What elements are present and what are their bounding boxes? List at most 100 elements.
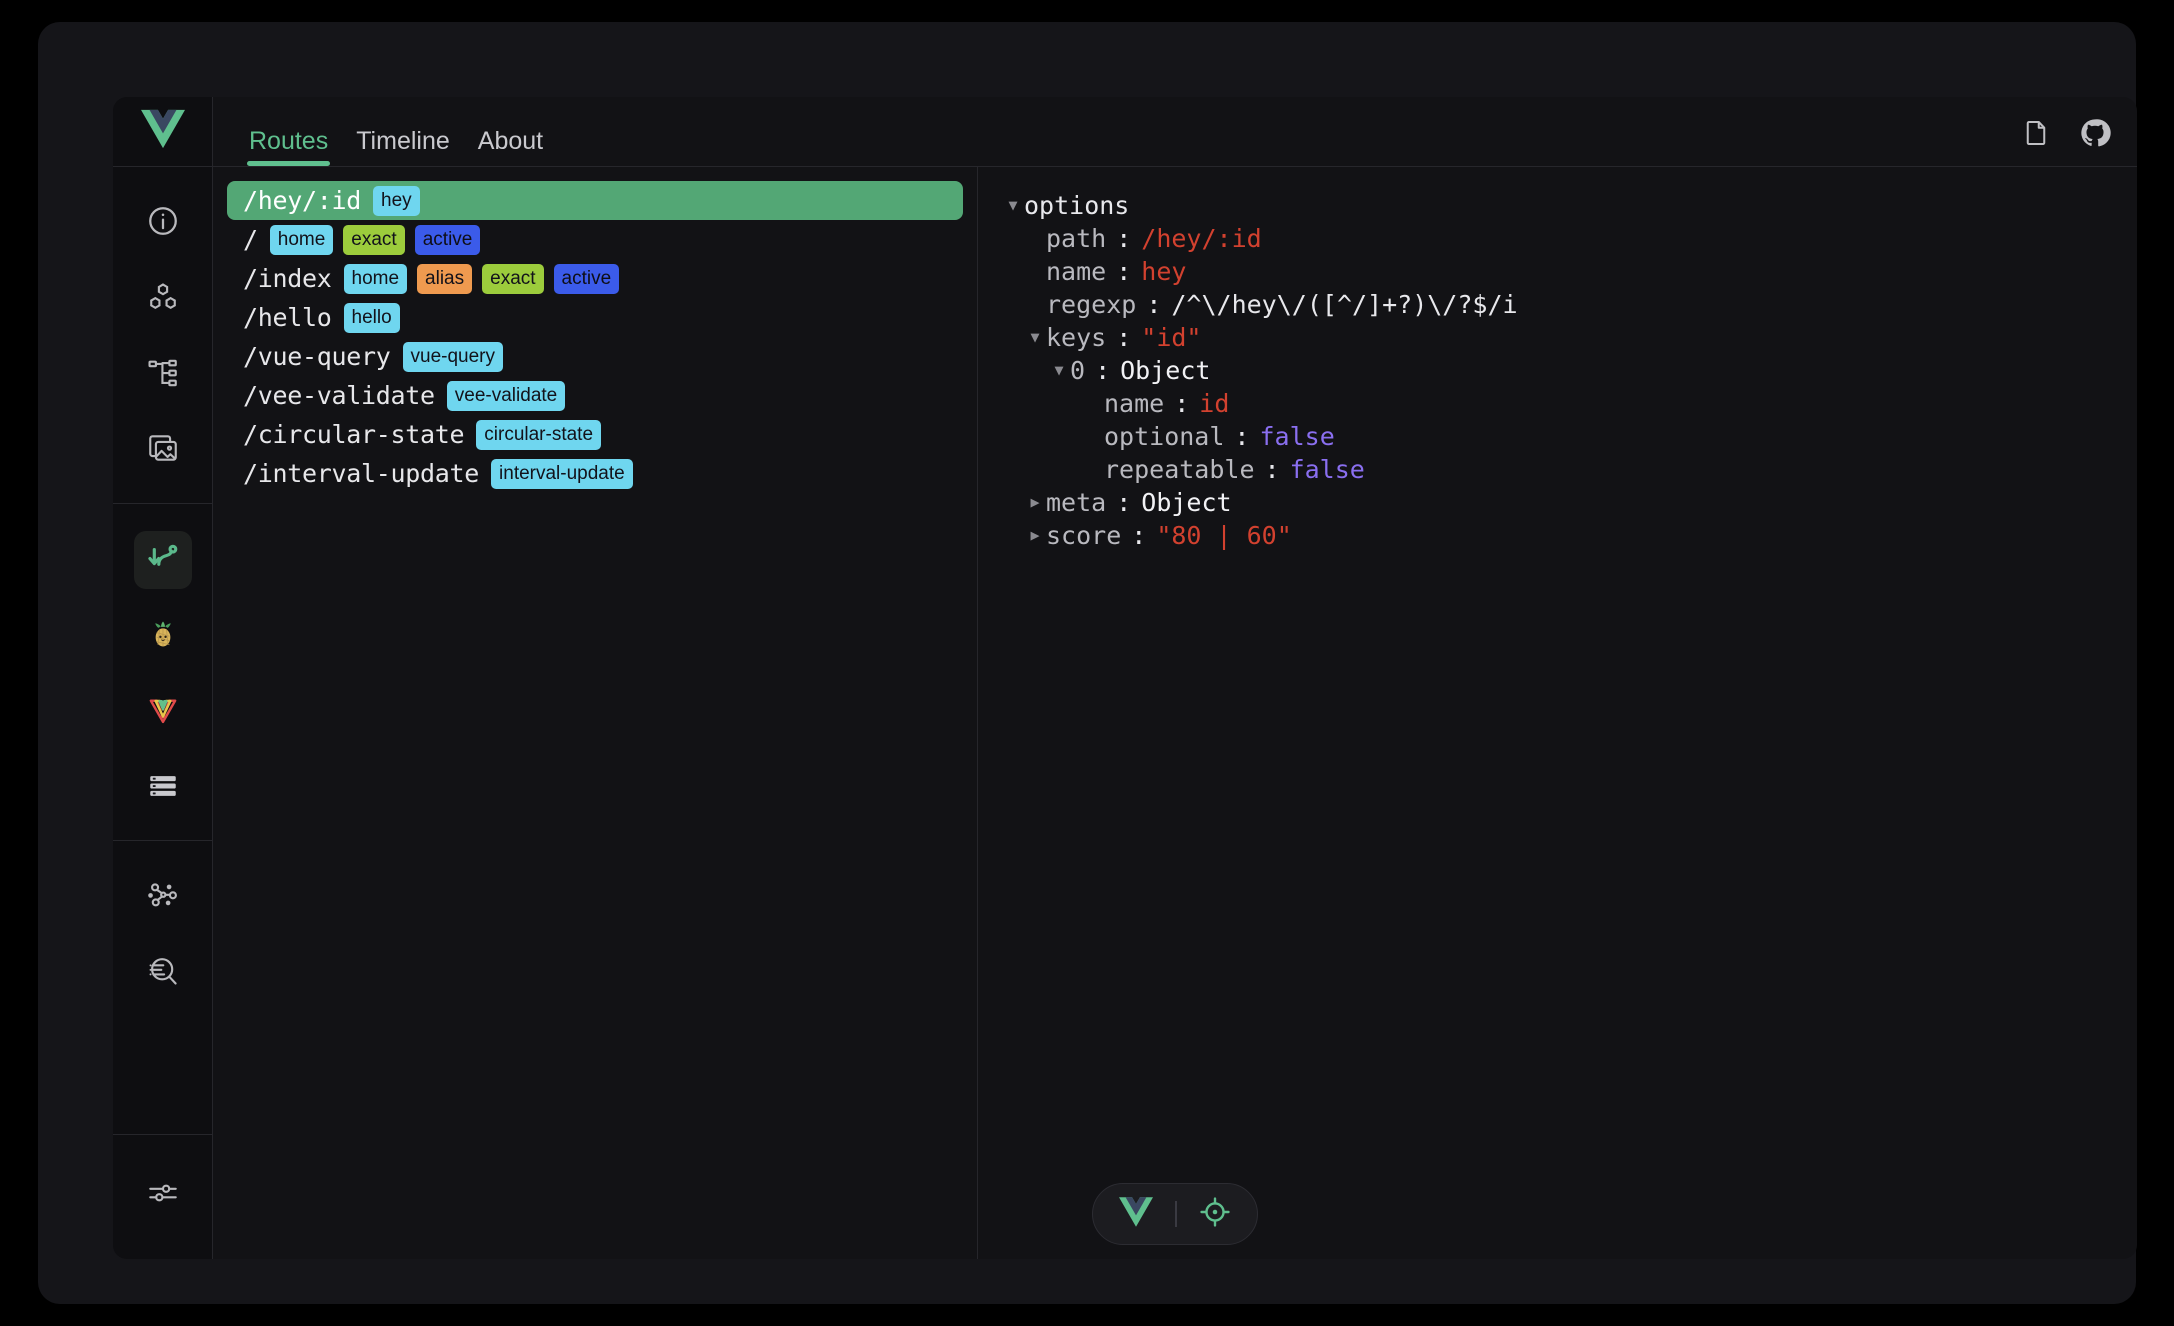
route-path: /circular-state — [243, 420, 465, 449]
tree-row[interactable]: ▼ keys : "id" — [1002, 321, 2117, 354]
route-path: /hey/:id — [243, 186, 362, 215]
sidebar-item-overview[interactable] — [134, 194, 192, 252]
route-row[interactable]: / home exact active — [227, 220, 963, 259]
route-badges: vee-validate — [446, 380, 566, 411]
sidebar-item-inspector[interactable] — [134, 944, 192, 1002]
tree-row[interactable]: optional : false — [1002, 420, 2117, 453]
route-row[interactable]: /circular-state circular-state — [227, 415, 963, 454]
route-row[interactable]: /vue-query vue-query — [227, 337, 963, 376]
rail-bottom — [113, 1134, 212, 1259]
tree-key: score — [1046, 521, 1122, 550]
sidebar-item-graph[interactable] — [134, 868, 192, 926]
status-badge: circular-state — [476, 419, 602, 450]
tab-routes-label: Routes — [249, 127, 329, 155]
tree-colon: : — [1234, 422, 1250, 451]
chevron-down-icon[interactable]: ▼ — [1002, 198, 1024, 213]
status-badge: alias — [417, 263, 473, 294]
screen: Routes Timeline About /hey/:id hey / hom… — [0, 0, 2174, 1326]
sidebar-item-assets[interactable] — [134, 422, 192, 480]
tree-colon: : — [1116, 224, 1132, 253]
status-badge: active — [553, 263, 620, 294]
routes-list: /hey/:id hey / home exact active /index … — [213, 167, 978, 1259]
rail-group-tools — [113, 840, 212, 1025]
tree-colon: : — [1146, 290, 1162, 319]
tree-value: hey — [1141, 257, 1187, 286]
documentation-button[interactable] — [2021, 118, 2051, 153]
tree-root-label: options — [1024, 191, 1130, 220]
tab-about[interactable]: About — [464, 129, 557, 166]
sidebar-item-pinia[interactable] — [134, 607, 192, 665]
route-row[interactable]: /interval-update interval-update — [227, 454, 963, 493]
tree-row[interactable]: name : id — [1002, 387, 2117, 420]
info-circle-icon — [146, 204, 180, 243]
inspect-search-icon — [146, 954, 180, 993]
tree-row[interactable]: repeatable : false — [1002, 453, 2117, 486]
tree-key: meta — [1046, 488, 1107, 517]
status-badge: exact — [482, 263, 544, 294]
sidebar-item-vee-validate[interactable] — [134, 683, 192, 741]
tab-about-label: About — [477, 127, 544, 155]
tree-value: /hey/:id — [1141, 224, 1262, 253]
sidebar-item-components[interactable] — [134, 270, 192, 328]
vue-logo-icon — [140, 109, 185, 154]
sidebar-rail — [113, 97, 213, 1259]
route-badges: hello — [343, 302, 400, 333]
rail-group-core — [113, 167, 212, 503]
sidebar-item-vue-query[interactable] — [134, 759, 192, 817]
chevron-right-icon[interactable]: ▶ — [1024, 495, 1046, 510]
router-icon — [145, 540, 181, 581]
assets-image-icon — [146, 432, 180, 471]
settings-sliders-icon — [146, 1176, 180, 1215]
tree-value: false — [1259, 422, 1335, 451]
route-row[interactable]: /index home alias exact active — [227, 259, 963, 298]
status-badge: interval-update — [491, 458, 633, 489]
status-badge: active — [414, 224, 481, 255]
tree-value: Object — [1141, 488, 1232, 517]
devtools-window: Routes Timeline About /hey/:id hey / hom… — [38, 22, 2137, 1304]
tree-row[interactable]: regexp : /^\/hey\/([^/]+?)\/?$/i — [1002, 288, 2117, 321]
pill-component-inspector-button[interactable] — [1199, 1196, 1231, 1233]
chevron-down-icon[interactable]: ▼ — [1024, 330, 1046, 345]
tree-row[interactable]: ▼ 0 : Object — [1002, 354, 2117, 387]
route-detail-tree: ▼ options path : /hey/:id name : hey reg… — [978, 167, 2137, 1259]
route-path: / — [243, 225, 258, 254]
route-row[interactable]: /hey/:id hey — [227, 181, 963, 220]
route-row[interactable]: /vee-validate vee-validate — [227, 376, 963, 415]
pinia-pineapple-icon — [146, 617, 180, 656]
tree-colon: : — [1131, 521, 1147, 550]
route-row[interactable]: /hello hello — [227, 298, 963, 337]
tree-hierarchy-icon — [146, 356, 180, 395]
sidebar-item-router[interactable] — [133, 531, 192, 589]
tab-timeline-label: Timeline — [356, 127, 450, 155]
tab-timeline[interactable]: Timeline — [342, 129, 464, 166]
status-badge: vue-query — [402, 341, 504, 372]
status-badge: exact — [343, 224, 405, 255]
route-path: /interval-update — [243, 459, 480, 488]
top-actions — [2021, 117, 2111, 166]
tree-colon: : — [1116, 257, 1132, 286]
route-path: /vue-query — [243, 342, 391, 371]
vee-validate-icon — [146, 693, 180, 732]
tree-key: name — [1104, 389, 1165, 418]
floating-toolbar — [1092, 1183, 1258, 1245]
list-rows-icon — [146, 769, 180, 808]
tab-routes[interactable]: Routes — [235, 129, 342, 166]
tree-colon: : — [1095, 356, 1111, 385]
sidebar-item-pages[interactable] — [134, 346, 192, 404]
sidebar-item-settings[interactable] — [134, 1166, 192, 1224]
tree-key: 0 — [1070, 356, 1086, 385]
tree-row[interactable]: name : hey — [1002, 255, 2117, 288]
tree-row[interactable]: ▶ meta : Object — [1002, 486, 2117, 519]
tree-colon: : — [1116, 323, 1132, 352]
tree-value: "id" — [1141, 323, 1202, 352]
chevron-down-icon[interactable]: ▼ — [1048, 363, 1070, 378]
tree-value: "80 | 60" — [1156, 521, 1292, 550]
chevron-right-icon[interactable]: ▶ — [1024, 528, 1046, 543]
rail-group-plugins — [113, 503, 212, 840]
github-button[interactable] — [2079, 117, 2111, 154]
tree-row-root[interactable]: ▼ options — [1002, 189, 2117, 222]
tree-row[interactable]: path : /hey/:id — [1002, 222, 2117, 255]
pill-vue-devtools-button[interactable] — [1119, 1196, 1153, 1232]
tree-key: repeatable — [1104, 455, 1255, 484]
tree-row[interactable]: ▶ score : "80 | 60" — [1002, 519, 2117, 552]
